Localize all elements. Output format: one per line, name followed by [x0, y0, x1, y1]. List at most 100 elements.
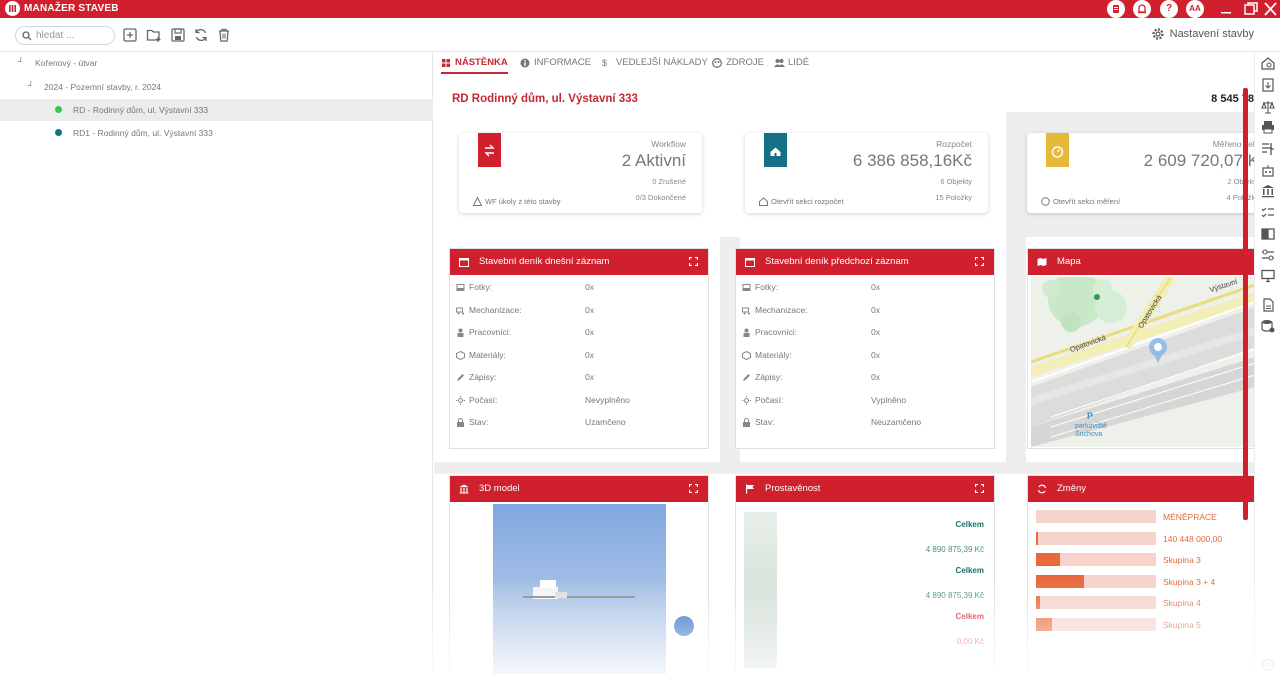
book-icon[interactable]: [1261, 227, 1275, 241]
tree-item-rd[interactable]: RD - Rodinný dům, ul. Výstavní 333: [0, 99, 433, 121]
settings-button[interactable]: Nastavení stavby: [1152, 28, 1254, 40]
diary-row: Materiály: 0x: [456, 350, 706, 364]
calendar-icon: [459, 258, 469, 267]
balance-icon[interactable]: [1261, 100, 1275, 114]
diary-row: Zápisy: 0x: [456, 372, 706, 386]
scrollbar[interactable]: [1243, 88, 1248, 520]
diary-label: Fotky:: [469, 282, 493, 292]
prostavenost-label: Celkem: [955, 520, 984, 529]
zmeny-bar-fill: [1036, 574, 1084, 588]
settings-label: Nastavení stavby: [1169, 28, 1254, 40]
tree-item-year[interactable]: ┘ 2024 - Pozemní stavby, r. 2024: [0, 76, 433, 98]
checklist-icon[interactable]: [1261, 206, 1275, 220]
tab-label: VEDLEJŠÍ NÁKLADY: [616, 57, 708, 68]
diary-row: Stav: Uzamčeno: [456, 417, 706, 431]
file-icon[interactable]: [1261, 298, 1275, 312]
monitor-icon[interactable]: [1261, 269, 1275, 283]
tree-collapse-icon[interactable]: ┘: [28, 81, 34, 90]
card-zmeny: Změny MÉNĚPRÁCE 140 448 000,00 Skupina 3 Sk…: [1027, 475, 1254, 674]
search-home-icon[interactable]: [1261, 56, 1275, 70]
kpi-link[interactable]: WF úkoly z této stavby: [473, 197, 560, 206]
kpi-sub: 4 Položky: [1226, 193, 1254, 202]
tab-lide[interactable]: LIDÉ: [774, 52, 809, 74]
zmeny-bar[interactable]: [1036, 617, 1156, 631]
diary-label: Zápisy:: [469, 372, 497, 382]
zmeny-bar[interactable]: [1036, 553, 1156, 566]
expand-icon[interactable]: [689, 484, 698, 493]
diary-label: Počasí:: [469, 395, 498, 405]
diary-value: 0x: [871, 327, 880, 337]
house-model-icon: [523, 580, 635, 599]
bank-icon[interactable]: [1261, 184, 1275, 198]
kpi-link-label: Otevřít sekci rozpočet: [771, 197, 844, 206]
zmeny-bar[interactable]: [1036, 596, 1156, 609]
tab-vedlejsi-naklady[interactable]: $ VEDLEJŠÍ NÁKLADY: [602, 52, 708, 74]
search-icon: [22, 31, 32, 41]
diary-label: Počasí:: [755, 395, 784, 405]
trash-icon[interactable]: [216, 27, 232, 43]
worker-icon: [457, 328, 464, 337]
kpi-workflow[interactable]: Workflow 2 Aktivní 0 Zrušené 0/3 Dokonče…: [459, 133, 702, 213]
diary-row: Fotky: 0x: [456, 282, 706, 296]
robot-icon[interactable]: [1261, 164, 1275, 178]
people-icon: [774, 59, 785, 67]
tab-nastenka[interactable]: NÁSTĚNKA: [441, 52, 508, 74]
bell-icon[interactable]: [1133, 0, 1151, 18]
minimize-icon[interactable]: [1215, 0, 1237, 18]
search-box[interactable]: [15, 26, 115, 45]
status-dot-icon: [55, 129, 62, 136]
tree-item-root[interactable]: ┘ Kořenový - útvar: [0, 52, 433, 74]
tree-collapse-icon[interactable]: ┘: [18, 57, 24, 66]
diary-label: Stav:: [469, 417, 489, 427]
search-input[interactable]: [36, 29, 111, 42]
help-icon[interactable]: ?: [1160, 0, 1178, 18]
card-map: Mapa Opatovická Opatovická Výstavní P pa…: [1027, 248, 1254, 449]
zmeny-label: Skupina 3: [1163, 555, 1201, 565]
diary-value: 0x: [585, 282, 594, 292]
add-icon[interactable]: [122, 27, 138, 43]
card-header: Prostavěnost: [736, 476, 994, 502]
refresh-icon[interactable]: [193, 27, 209, 43]
print-icon[interactable]: [1261, 120, 1275, 134]
zmeny-bar[interactable]: [1036, 510, 1156, 523]
document-icon[interactable]: [1107, 0, 1125, 18]
zmeny-bar[interactable]: [1036, 574, 1156, 588]
map-view[interactable]: Opatovická Opatovická Výstavní P parkovi…: [1031, 277, 1254, 447]
card-title: Mapa: [1057, 256, 1081, 267]
kpi-rozpocet[interactable]: Rozpočet 6 386 858,16Kč 6 Objekty 15 Pol…: [745, 133, 988, 213]
pause-icon[interactable]: [1261, 658, 1275, 672]
tab-zdroje[interactable]: ZDROJE: [712, 52, 764, 74]
expand-icon[interactable]: [975, 257, 984, 266]
tab-informace[interactable]: INFORMACE: [520, 52, 591, 74]
user-avatar[interactable]: AA: [1186, 0, 1204, 18]
diary-value: 0x: [585, 372, 594, 382]
zmeny-bar[interactable]: [1036, 531, 1156, 545]
diary-row: Stav: Neuzamčeno: [742, 417, 992, 431]
add-folder-icon[interactable]: [146, 27, 162, 43]
app-logo-icon: [5, 1, 20, 16]
structure-icon[interactable]: [1261, 142, 1275, 156]
dashboard: NÁSTĚNKA INFORMACE $ VEDLEJŠÍ NÁKLADY ZD…: [434, 52, 1254, 674]
diary-value: Nevyplněno: [585, 395, 630, 405]
expand-icon[interactable]: [975, 484, 984, 493]
model-viewer[interactable]: [493, 504, 694, 674]
diary-value: 0x: [871, 372, 880, 382]
diary-row: Zápisy: 0x: [742, 372, 992, 386]
close-icon[interactable]: [1261, 0, 1280, 18]
flow-icon[interactable]: [1261, 248, 1275, 262]
import-icon[interactable]: [1261, 78, 1275, 92]
kpi-mereno[interactable]: Měřeno celk 2 609 720,07 K 2 Objekty 4 P…: [1027, 133, 1254, 213]
database-icon[interactable]: [1261, 319, 1275, 333]
tree-item-rd1[interactable]: RD1 - Rodinný dům, ul. Výstavní 333: [0, 122, 433, 144]
kpi-link[interactable]: Otevřít sekci rozpočet: [759, 197, 844, 206]
photo-icon: [742, 284, 751, 291]
diary-row: Materiály: 0x: [742, 350, 992, 364]
title-bar: MANAŽER STAVEB ? AA: [0, 0, 1280, 18]
diary-label: Stav:: [755, 417, 775, 427]
restore-icon[interactable]: [1240, 0, 1262, 18]
expand-icon[interactable]: [689, 257, 698, 266]
gear-icon: [1152, 28, 1164, 40]
kpi-link[interactable]: Otevřít sekci měření: [1041, 197, 1120, 206]
lock-icon: [743, 418, 750, 427]
save-icon[interactable]: [170, 27, 186, 43]
